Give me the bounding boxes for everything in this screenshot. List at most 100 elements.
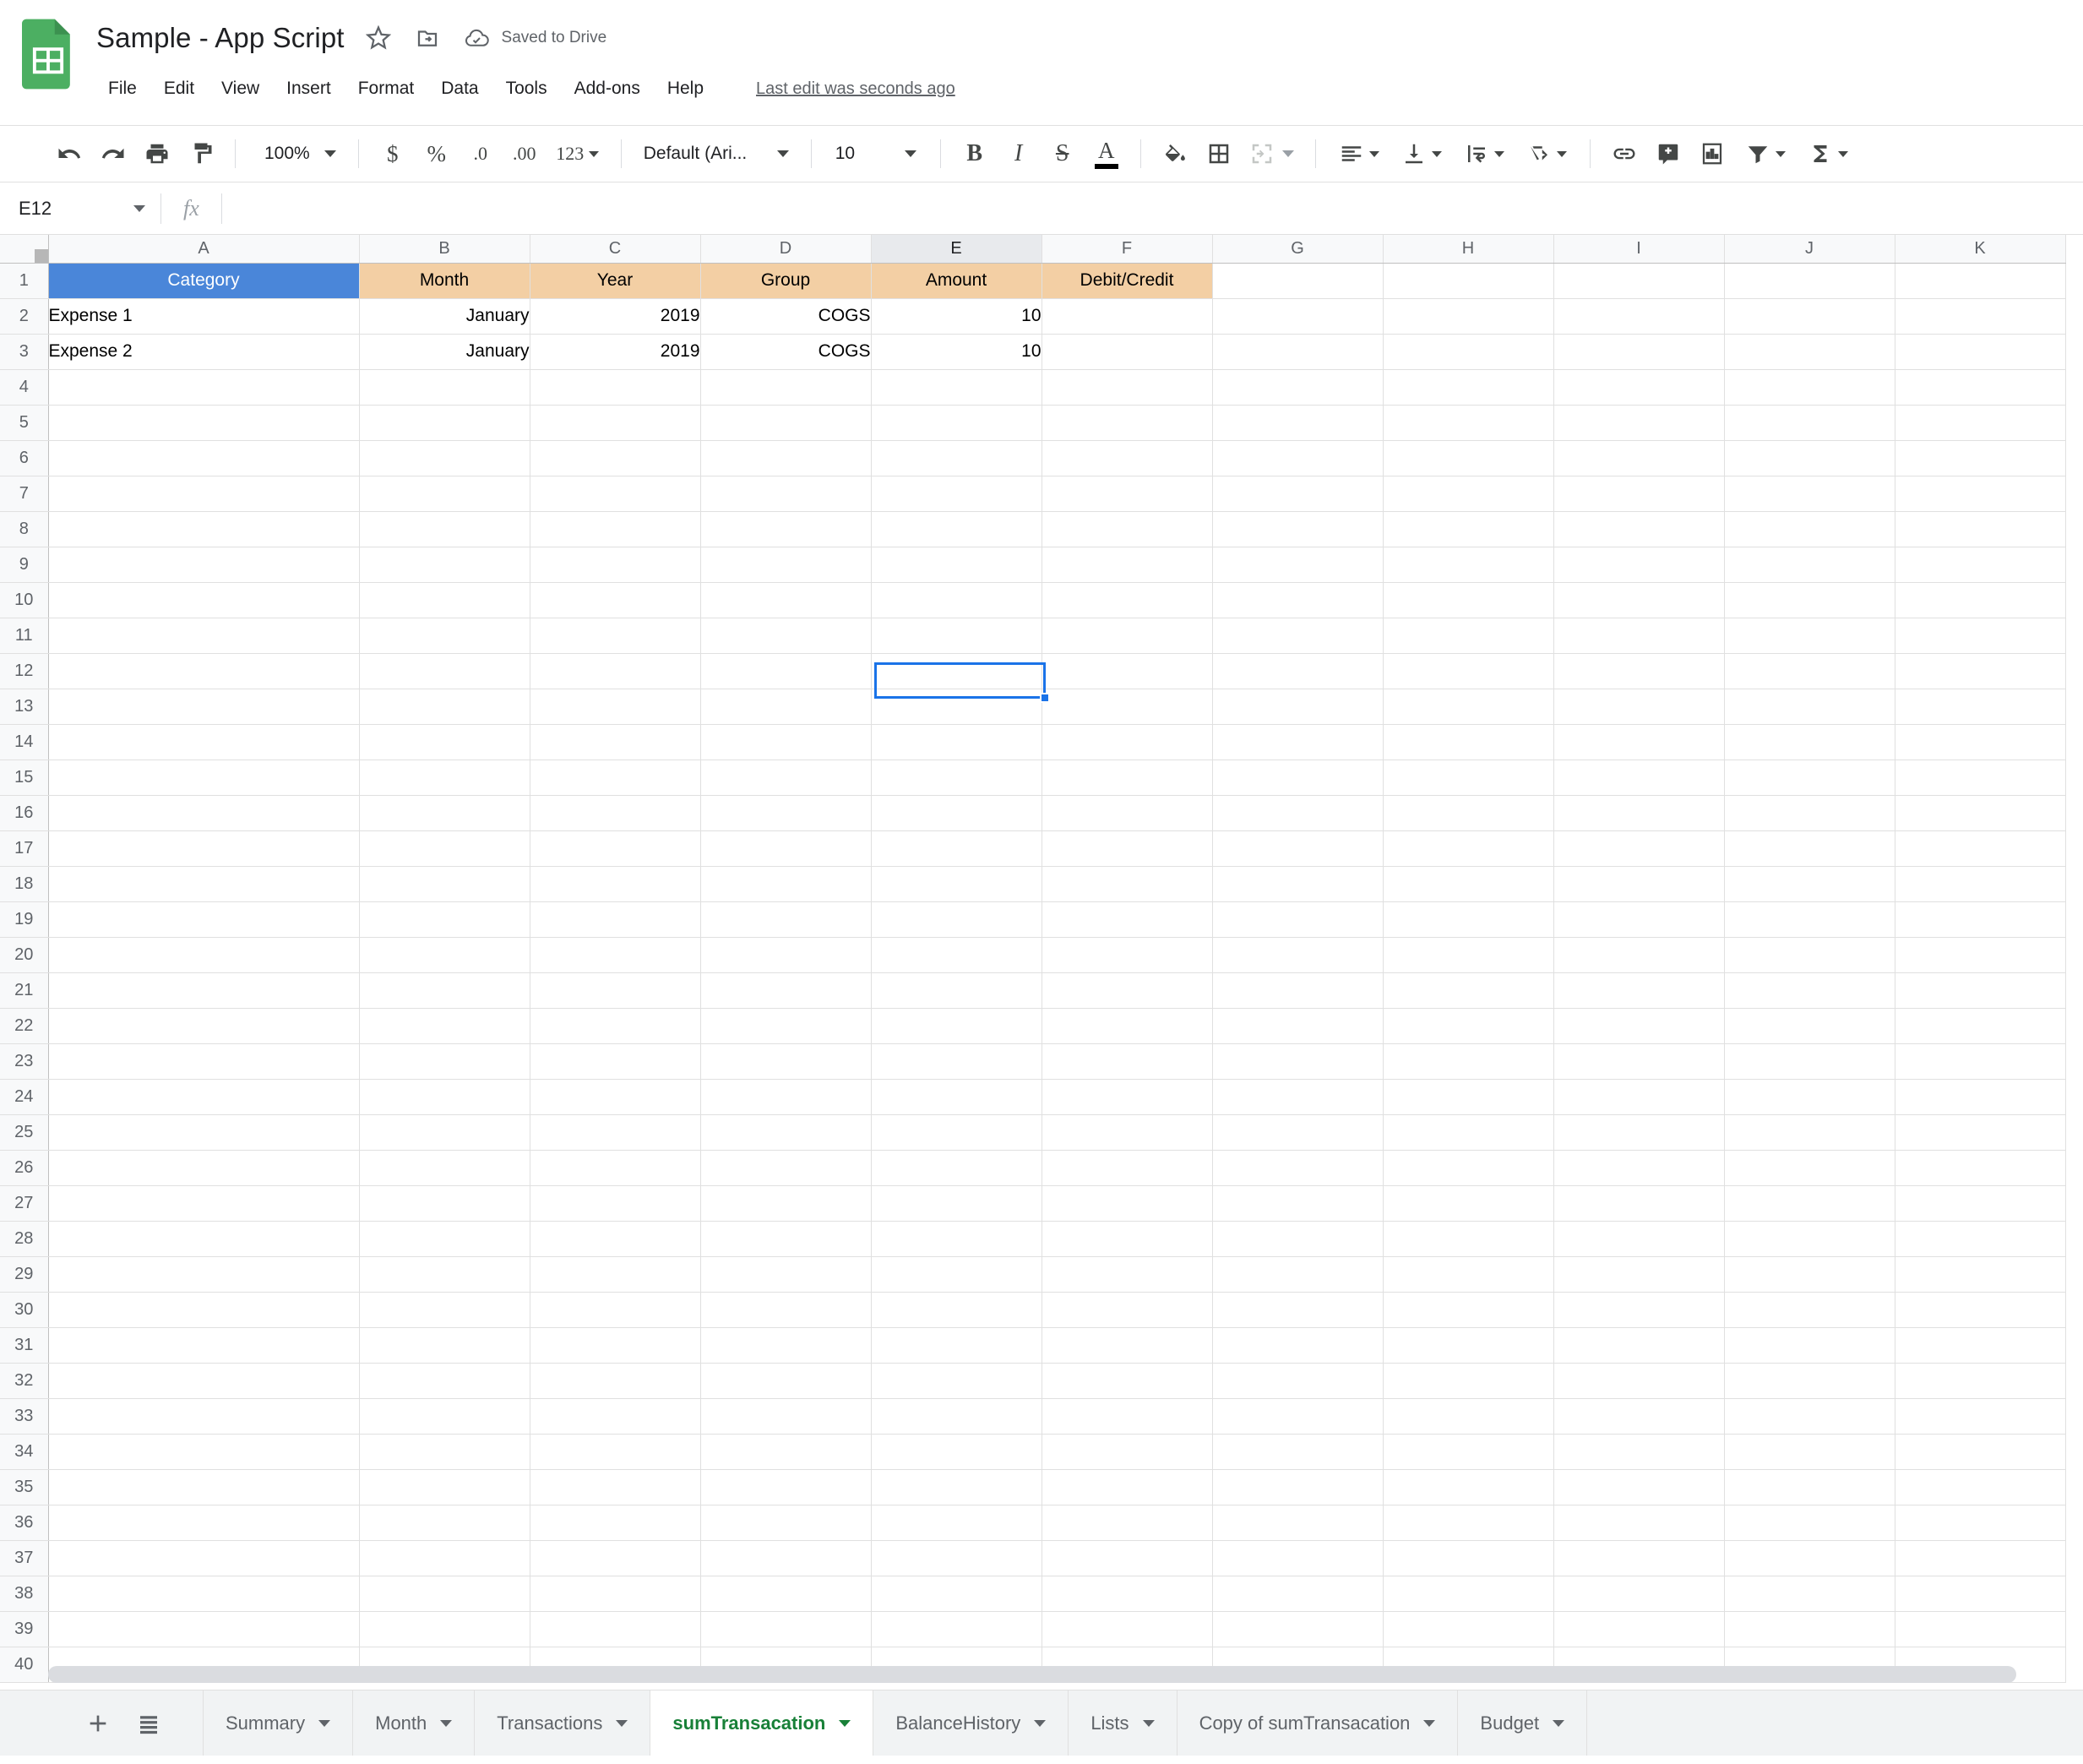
cell-E39[interactable] — [871, 1611, 1042, 1647]
cell-A5[interactable] — [48, 405, 360, 441]
cell-B36[interactable] — [359, 1505, 530, 1541]
cell-H1[interactable] — [1383, 263, 1554, 299]
cell-F16[interactable] — [1042, 795, 1213, 831]
cell-I3[interactable] — [1553, 334, 1725, 370]
document-title[interactable]: Sample - App Script — [96, 22, 345, 54]
cell-E6[interactable] — [871, 440, 1042, 476]
cell-H33[interactable] — [1383, 1398, 1554, 1435]
cell-C32[interactable] — [530, 1363, 701, 1399]
cell-E34[interactable] — [871, 1434, 1042, 1470]
cell-E1[interactable]: Amount — [871, 263, 1042, 299]
cell-H17[interactable] — [1383, 830, 1554, 867]
cell-I34[interactable] — [1553, 1434, 1725, 1470]
cell-I30[interactable] — [1553, 1292, 1725, 1328]
menu-item-help[interactable]: Help — [655, 74, 715, 104]
cell-D7[interactable] — [700, 476, 872, 512]
cell-K18[interactable] — [1895, 866, 2066, 902]
chevron-down-icon[interactable] — [1553, 1719, 1565, 1727]
cell-E17[interactable] — [871, 830, 1042, 867]
cell-E35[interactable] — [871, 1469, 1042, 1505]
cell-F3[interactable] — [1042, 334, 1213, 370]
cell-F19[interactable] — [1042, 901, 1213, 938]
cell-D6[interactable] — [700, 440, 872, 476]
cell-B9[interactable] — [359, 547, 530, 583]
cell-E13[interactable] — [871, 689, 1042, 725]
cell-F7[interactable] — [1042, 476, 1213, 512]
cell-H32[interactable] — [1383, 1363, 1554, 1399]
column-header-j[interactable]: J — [1724, 235, 1895, 264]
row-header-1[interactable]: 1 — [0, 263, 49, 299]
cell-I38[interactable] — [1553, 1576, 1725, 1612]
cell-B17[interactable] — [359, 830, 530, 867]
cell-K22[interactable] — [1895, 1008, 2066, 1044]
cell-E3[interactable]: 10 — [871, 334, 1042, 370]
undo-icon[interactable] — [47, 132, 91, 176]
row-header-34[interactable]: 34 — [0, 1434, 49, 1470]
cell-J33[interactable] — [1724, 1398, 1895, 1435]
chevron-down-icon[interactable] — [1034, 1719, 1047, 1727]
cell-I23[interactable] — [1553, 1043, 1725, 1080]
cell-D13[interactable] — [700, 689, 872, 725]
cell-D22[interactable] — [700, 1008, 872, 1044]
cell-G26[interactable] — [1212, 1150, 1384, 1186]
cell-C15[interactable] — [530, 760, 701, 796]
cell-G4[interactable] — [1212, 369, 1384, 406]
cell-G32[interactable] — [1212, 1363, 1384, 1399]
cell-D1[interactable]: Group — [700, 263, 872, 299]
cell-B22[interactable] — [359, 1008, 530, 1044]
cell-D18[interactable] — [700, 866, 872, 902]
cell-K29[interactable] — [1895, 1256, 2066, 1293]
cell-C31[interactable] — [530, 1327, 701, 1364]
increase-decimal-button[interactable]: .00 — [503, 132, 547, 176]
bold-button[interactable]: B — [953, 132, 997, 176]
cell-G34[interactable] — [1212, 1434, 1384, 1470]
cell-B6[interactable] — [359, 440, 530, 476]
cell-G30[interactable] — [1212, 1292, 1384, 1328]
cell-K7[interactable] — [1895, 476, 2066, 512]
cell-I12[interactable] — [1553, 653, 1725, 689]
cell-C33[interactable] — [530, 1398, 701, 1435]
cell-I20[interactable] — [1553, 937, 1725, 973]
cell-J28[interactable] — [1724, 1221, 1895, 1257]
cell-E27[interactable] — [871, 1185, 1042, 1222]
row-header-18[interactable]: 18 — [0, 866, 49, 902]
menu-item-edit[interactable]: Edit — [152, 74, 206, 104]
cell-K5[interactable] — [1895, 405, 2066, 441]
cell-H13[interactable] — [1383, 689, 1554, 725]
cell-H35[interactable] — [1383, 1469, 1554, 1505]
font-family-selector[interactable]: Default (Ari... — [634, 132, 799, 176]
cell-J20[interactable] — [1724, 937, 1895, 973]
row-header-14[interactable]: 14 — [0, 724, 49, 760]
row-header-15[interactable]: 15 — [0, 760, 49, 796]
cell-E8[interactable] — [871, 511, 1042, 547]
column-header-k[interactable]: K — [1895, 235, 2066, 264]
cell-C10[interactable] — [530, 582, 701, 618]
cell-H21[interactable] — [1383, 972, 1554, 1009]
cell-J13[interactable] — [1724, 689, 1895, 725]
cell-H7[interactable] — [1383, 476, 1554, 512]
cell-J5[interactable] — [1724, 405, 1895, 441]
cell-A9[interactable] — [48, 547, 360, 583]
cell-A37[interactable] — [48, 1540, 360, 1576]
fill-color-icon[interactable] — [1153, 132, 1197, 176]
cell-G25[interactable] — [1212, 1114, 1384, 1151]
cell-H25[interactable] — [1383, 1114, 1554, 1151]
cell-H11[interactable] — [1383, 618, 1554, 654]
cell-H30[interactable] — [1383, 1292, 1554, 1328]
cell-H9[interactable] — [1383, 547, 1554, 583]
cell-I16[interactable] — [1553, 795, 1725, 831]
cell-J19[interactable] — [1724, 901, 1895, 938]
row-header-10[interactable]: 10 — [0, 582, 49, 618]
cell-F5[interactable] — [1042, 405, 1213, 441]
cell-I33[interactable] — [1553, 1398, 1725, 1435]
cell-H3[interactable] — [1383, 334, 1554, 370]
cell-C8[interactable] — [530, 511, 701, 547]
cell-C3[interactable]: 2019 — [530, 334, 701, 370]
row-header-17[interactable]: 17 — [0, 830, 49, 867]
cell-I21[interactable] — [1553, 972, 1725, 1009]
cell-I17[interactable] — [1553, 830, 1725, 867]
cell-B33[interactable] — [359, 1398, 530, 1435]
cell-D32[interactable] — [700, 1363, 872, 1399]
cell-H4[interactable] — [1383, 369, 1554, 406]
cell-J22[interactable] — [1724, 1008, 1895, 1044]
